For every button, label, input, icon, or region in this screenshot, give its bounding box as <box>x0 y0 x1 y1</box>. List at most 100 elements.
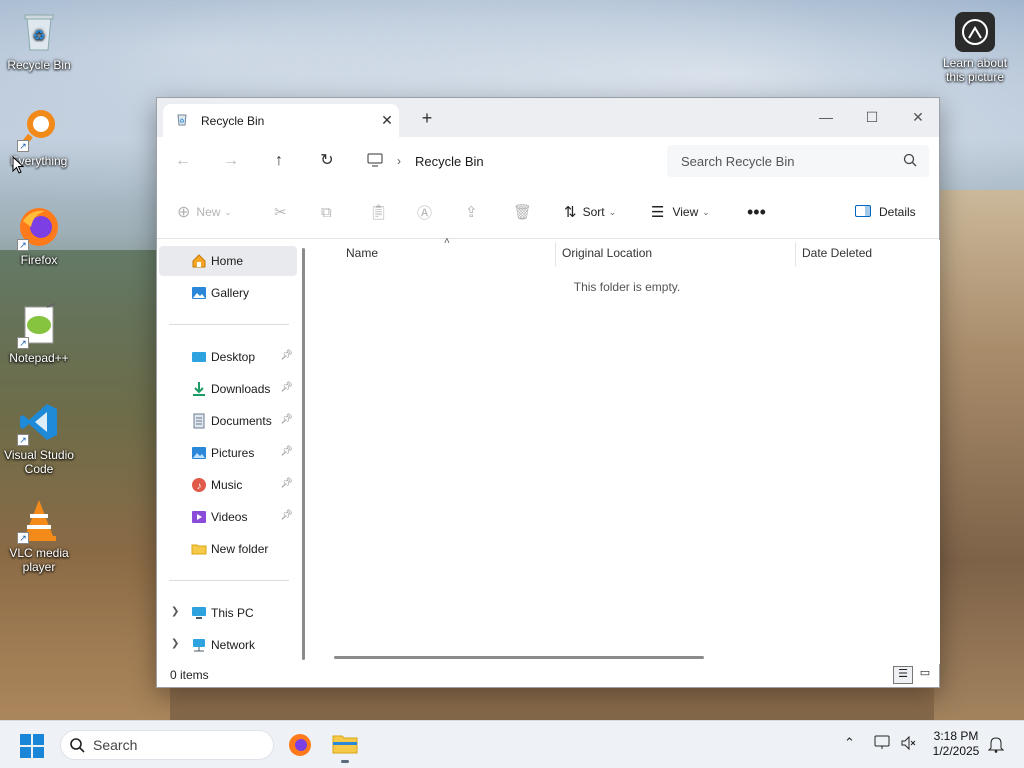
nav-item-home[interactable]: Home <box>159 246 297 276</box>
nav-item-gallery[interactable]: Gallery <box>159 278 297 308</box>
breadcrumb[interactable]: › Recycle Bin <box>367 148 657 174</box>
refresh-icon[interactable]: ↻ <box>315 149 339 173</box>
paste-icon[interactable]: 📋︎ <box>369 201 388 223</box>
sort-label: Sort <box>582 205 605 219</box>
chevron-right-icon[interactable]: ❯ <box>171 638 179 649</box>
maximize-button[interactable]: ☐ <box>849 104 895 130</box>
nav-item-new-folder[interactable]: New folder <box>159 534 297 564</box>
nav-label: Music <box>211 478 243 492</box>
nav-item-music[interactable]: ♪ Music 📌︎ <box>159 470 297 500</box>
sort-button[interactable]: ⇅ Sort ⌄ <box>564 201 616 223</box>
nav-item-documents[interactable]: Documents 📌︎ <box>159 406 297 436</box>
chevron-down-icon: ⌄ <box>224 206 232 217</box>
desktop-icon-notepadpp[interactable]: ↗ Notepad++ <box>1 302 77 365</box>
network-icon <box>191 637 207 653</box>
up-arrow-icon[interactable]: ↑ <box>267 149 291 173</box>
mouse-cursor <box>12 155 25 177</box>
column-separator[interactable] <box>795 242 796 266</box>
new-button[interactable]: ⊕ New ⌄ <box>177 201 232 223</box>
desktop-icon-label: VLC media player <box>9 546 69 574</box>
taskbar-search-input[interactable]: Search <box>60 730 274 760</box>
pin-icon: 📌︎ <box>280 382 293 393</box>
tab-recycle-bin[interactable]: ♻ Recycle Bin ✕ <box>163 104 399 137</box>
nav-item-network[interactable]: ❯ Network <box>159 630 297 660</box>
nav-item-videos[interactable]: Videos 📌︎ <box>159 502 297 532</box>
start-windows-icon[interactable] <box>20 734 44 761</box>
music-icon: ♪ <box>191 477 207 493</box>
column-label: Name <box>346 246 379 260</box>
column-header-date-deleted[interactable]: Date Deleted <box>802 240 872 266</box>
tab-close-icon[interactable]: ✕ <box>375 112 399 129</box>
details-view-icon[interactable]: ☰ <box>893 666 913 684</box>
minimize-button[interactable]: — <box>803 104 849 130</box>
chevron-down-icon: ⌄ <box>608 206 617 217</box>
chevron-up-icon[interactable]: ⌃ <box>844 735 855 751</box>
desktop-icon-vscode[interactable]: ↗ Visual Studio Code <box>1 400 77 476</box>
nav-item-desktop[interactable]: Desktop 📌︎ <box>159 342 297 372</box>
nav-label: New folder <box>211 542 269 556</box>
nav-label: Network <box>211 638 256 652</box>
tab-title: Recycle Bin <box>201 113 265 128</box>
more-options-icon[interactable]: ••• <box>747 201 766 223</box>
network-status-icon[interactable] <box>874 735 892 754</box>
notepadpp-icon: ↗ <box>17 302 61 349</box>
address-bar: ← → ↑ ↻ › Recycle Bin Search Recycle Bin <box>157 137 939 185</box>
forward-arrow-icon[interactable]: → <box>219 149 243 173</box>
desktop-icon-recycle-bin[interactable]: ♻ Recycle Bin <box>1 10 77 72</box>
nav-scrollbar[interactable] <box>302 248 305 660</box>
column-label: Original Location <box>562 246 653 260</box>
home-icon <box>191 253 207 269</box>
clock-date: 1/2/2025 <box>932 744 980 758</box>
nav-label: This PC <box>211 606 254 620</box>
shortcut-arrow-icon: ↗ <box>17 140 29 152</box>
nav-item-pictures[interactable]: Pictures 📌︎ <box>159 438 297 468</box>
wallpaper-bridge <box>934 190 1024 720</box>
horizontal-scrollbar[interactable] <box>334 656 704 659</box>
breadcrumb-item[interactable]: Recycle Bin <box>415 154 484 169</box>
shortcut-arrow-icon: ↗ <box>17 337 29 349</box>
search-input[interactable]: Search Recycle Bin <box>667 145 929 177</box>
monitor-icon <box>367 153 383 170</box>
taskbar-file-explorer-icon[interactable] <box>332 732 358 763</box>
learn-about-picture[interactable]: Learn about this picture <box>937 12 1013 84</box>
details-button[interactable]: Details <box>855 201 916 223</box>
volume-muted-icon[interactable] <box>900 735 916 754</box>
nav-divider <box>169 324 289 325</box>
back-arrow-icon[interactable]: ← <box>171 149 195 173</box>
svg-text:♪: ♪ <box>197 481 202 492</box>
recycle-bin-tab-icon: ♻ <box>175 112 189 129</box>
close-window-button[interactable]: ✕ <box>895 104 941 130</box>
new-tab-button[interactable]: + <box>415 108 439 129</box>
taskbar-firefox-icon[interactable] <box>288 733 312 760</box>
nav-item-this-pc[interactable]: ❯ This PC <box>159 598 297 628</box>
pc-monitor-icon <box>191 605 207 621</box>
system-clock[interactable]: 3:18 PM 1/2/2025 <box>920 729 992 759</box>
cut-icon[interactable]: ✂ <box>274 201 287 223</box>
learn-about-label: Learn about this picture <box>942 56 1008 84</box>
shortcut-arrow-icon: ↗ <box>17 532 29 544</box>
new-label: New <box>196 205 221 219</box>
notification-bell-icon[interactable] <box>987 735 1005 756</box>
column-separator[interactable] <box>555 242 556 266</box>
item-count: 0 items <box>170 668 209 682</box>
desktop-icon-label: Recycle Bin <box>7 58 71 72</box>
command-bar: ⊕ New ⌄ ✂ ⧉ 📋︎ Ⓐ ⇪ 🗑︎ ⇅ Sort ⌄ ☰ View ⌄ … <box>157 185 939 239</box>
desktop-icon-vlc[interactable]: ↗ VLC media player <box>1 498 77 574</box>
view-button[interactable]: ☰ View ⌄ <box>651 201 710 223</box>
desktop-icon-firefox[interactable]: ↗ Firefox <box>1 205 77 267</box>
copy-icon[interactable]: ⧉ <box>321 201 332 223</box>
share-icon[interactable]: ⇪ <box>465 201 478 223</box>
chevron-down-icon: ⌄ <box>702 206 710 217</box>
column-label: Date Deleted <box>802 246 873 260</box>
nav-label: Documents <box>211 414 272 428</box>
download-icon <box>191 381 207 397</box>
pin-icon: 📌︎ <box>280 510 293 521</box>
column-header-name[interactable]: Name <box>346 240 378 266</box>
rename-icon[interactable]: Ⓐ <box>417 201 432 223</box>
chevron-right-icon: › <box>397 154 401 168</box>
delete-icon[interactable]: 🗑︎ <box>513 201 532 223</box>
chevron-right-icon[interactable]: ❯ <box>171 606 179 617</box>
column-header-original-location[interactable]: Original Location <box>562 240 652 266</box>
tiles-view-icon[interactable]: ▭ <box>915 666 935 684</box>
nav-item-downloads[interactable]: Downloads 📌︎ <box>159 374 297 404</box>
